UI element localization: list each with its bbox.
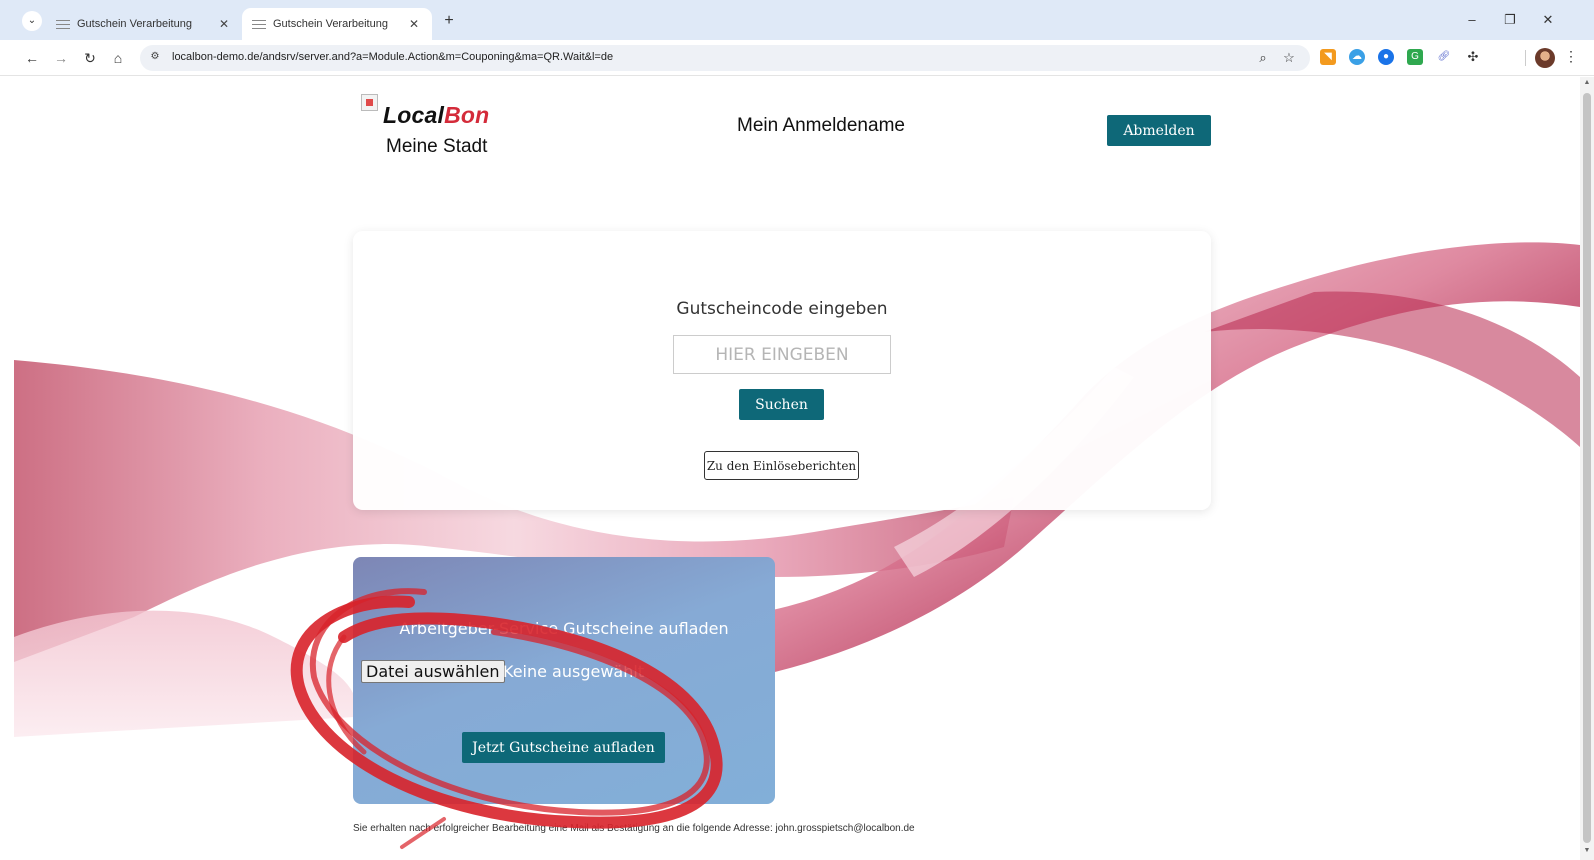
logout-button[interactable]: Abmelden [1107, 115, 1211, 146]
city-name: Meine Stadt [386, 136, 488, 157]
address-bar[interactable]: ⚙ localbon-demo.de/andsrv/server.and?a=M… [140, 45, 1310, 71]
avatar[interactable] [1535, 48, 1555, 68]
tab-favicon-icon [252, 19, 266, 29]
close-window-icon[interactable]: ✕ [1538, 12, 1558, 28]
home-icon[interactable]: ⌂ [108, 48, 128, 68]
qr-logo-icon [361, 94, 378, 111]
url-text[interactable]: localbon-demo.de/andsrv/server.and?a=Mod… [172, 51, 613, 63]
browser-tab-2[interactable]: Gutschein Verarbeitung ✕ [242, 8, 432, 40]
upload-title: Arbeitgeber-Service Gutscheine aufladen [399, 619, 729, 638]
zoom-icon[interactable]: ⌕ [1254, 49, 1272, 67]
user-name: Mein Anmeldename [737, 115, 905, 136]
search-button[interactable]: Suchen [739, 389, 824, 420]
close-icon[interactable]: ✕ [406, 17, 422, 31]
puzzle-icon[interactable]: ✣ [1465, 49, 1481, 65]
kebab-menu-icon[interactable]: ⋮ [1564, 48, 1578, 65]
tab-title: Gutschein Verarbeitung [77, 18, 192, 30]
tab-strip: ⌄ Gutschein Verarbeitung ✕ Gutschein Ver… [0, 0, 1594, 40]
link-icon[interactable]: 🔗︎ [1436, 49, 1452, 65]
voucher-code-input[interactable] [673, 335, 891, 374]
browser-toolbar: ← → ↻ ⌂ ⚙ localbon-demo.de/andsrv/server… [0, 40, 1594, 76]
forward-icon[interactable]: → [51, 48, 71, 68]
browser-tab-1[interactable]: Gutschein Verarbeitung ✕ [46, 8, 242, 40]
plus-icon[interactable]: + [440, 12, 458, 30]
confirmation-note: Sie erhalten nach erfolgreicher Bearbeit… [353, 823, 915, 834]
scroll-down-icon[interactable]: ▼ [1580, 847, 1594, 854]
scroll-up-icon[interactable]: ▲ [1580, 79, 1594, 86]
tab-title: Gutschein Verarbeitung [273, 18, 388, 30]
rss-icon[interactable]: ◥ [1320, 49, 1336, 65]
employer-upload-card: Arbeitgeber-Service Gutscheine aufladen … [353, 557, 775, 804]
site-info-icon[interactable]: ⚙ [148, 50, 162, 64]
choose-file-button[interactable]: Datei auswählen [361, 660, 505, 683]
localbon-logo[interactable]: LocalBon Meine Stadt [361, 94, 511, 174]
extension-icon[interactable]: ● [1378, 49, 1394, 65]
card-title: Gutscheincode eingeben [676, 299, 888, 319]
redemption-reports-button[interactable]: Zu den Einlöseberichten [704, 451, 859, 480]
back-icon[interactable]: ← [22, 48, 42, 68]
brand-name: LocalBon [383, 102, 490, 128]
reload-icon[interactable]: ↻ [80, 48, 100, 68]
vertical-scrollbar[interactable]: ▲ ▼ [1580, 77, 1594, 860]
restore-icon[interactable]: ❐ [1500, 12, 1520, 28]
extension-icon[interactable]: G [1407, 49, 1423, 65]
voucher-code-card: Gutscheincode eingeben Suchen Zu den Ein… [353, 231, 1211, 510]
scrollbar-thumb[interactable] [1583, 93, 1591, 843]
tab-favicon-icon [56, 19, 70, 29]
tab-search-icon[interactable]: ⌄ [22, 11, 42, 31]
page-viewport: LocalBon Meine Stadt Mein Anmeldename Ab… [14, 77, 1580, 860]
cloud-icon[interactable]: ☁ [1349, 49, 1365, 65]
minimize-icon[interactable]: – [1462, 12, 1482, 27]
close-icon[interactable]: ✕ [216, 17, 232, 31]
bookmark-star-icon[interactable]: ☆ [1280, 49, 1298, 67]
upload-vouchers-button[interactable]: Jetzt Gutscheine aufladen [462, 732, 665, 763]
file-status: Keine ausgewählt [503, 662, 645, 681]
